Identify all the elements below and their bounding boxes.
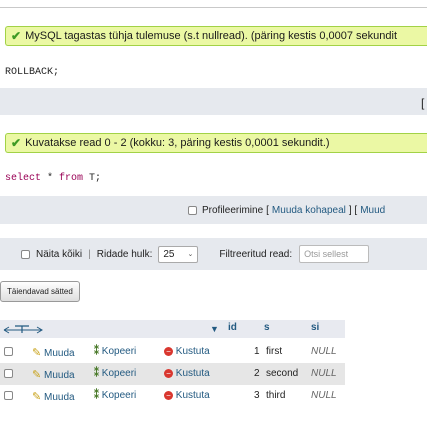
sql-keyword: from	[59, 173, 84, 184]
delete-label: Kustuta	[175, 390, 210, 401]
navigation-controls: Näita kõiki | Ridade hulk: 25 ⌄ Filtreer…	[21, 245, 370, 263]
cell-s[interactable]: second	[266, 368, 298, 379]
cell-id[interactable]: 1	[254, 346, 260, 357]
delete-link[interactable]: − Kustuta	[164, 390, 210, 401]
copy-label: Kopeeri	[101, 390, 137, 401]
column-toggle-icon[interactable]	[3, 323, 43, 337]
pencil-icon: ✎	[32, 369, 42, 381]
edit-label: Muuda	[44, 392, 75, 403]
top-divider	[0, 7, 427, 8]
delete-label: Kustuta	[175, 368, 210, 379]
sql-text: T;	[83, 173, 102, 184]
edit-link[interactable]: ✎ Muuda	[32, 390, 75, 403]
delete-link[interactable]: − Kustuta	[164, 368, 210, 379]
bracket-open: [	[266, 205, 269, 216]
table-row: ✎ Muuda ⁑ Kopeeri − Kustuta 1 first NULL	[0, 341, 345, 363]
column-header-si[interactable]: si	[311, 322, 319, 333]
rows-select[interactable]: 25 ⌄	[158, 245, 199, 263]
delete-label: Kustuta	[175, 346, 210, 357]
copy-label: Kopeeri	[101, 368, 137, 379]
edit-link[interactable]: ✎ Muuda	[32, 368, 75, 381]
column-toggle-control[interactable]	[3, 323, 43, 340]
cell-si[interactable]: NULL	[311, 346, 337, 357]
sql-query-select: select * from T;	[5, 173, 101, 184]
separator: |	[88, 248, 91, 260]
cell-id[interactable]: 2	[254, 368, 260, 379]
row-checkbox[interactable]	[4, 346, 13, 356]
edit-label: Muuda	[44, 370, 75, 381]
rows-select-value: 25	[163, 248, 175, 260]
copy-link[interactable]: ⁑ Kopeeri	[94, 346, 136, 357]
sort-desc-icon[interactable]: ▼	[210, 324, 219, 334]
delete-icon: −	[164, 368, 173, 378]
success-message-text: Kuvatakse read 0 - 2 (kokku: 3, päring k…	[25, 137, 330, 149]
cell-s[interactable]: third	[266, 390, 285, 401]
column-header-id[interactable]: id	[228, 322, 237, 333]
sql-keyword: select	[5, 173, 42, 184]
copy-link[interactable]: ⁑ Kopeeri	[94, 390, 136, 401]
bracket: [	[421, 96, 425, 110]
success-message: ✔ MySQL tagastas tühja tulemuse (s.t nul…	[5, 26, 427, 46]
check-icon: ✔	[11, 136, 22, 150]
success-message-text: MySQL tagastas tühja tulemuse (s.t nullr…	[25, 30, 398, 42]
cell-si[interactable]: NULL	[311, 390, 337, 401]
copy-icon: ⁑	[94, 346, 99, 357]
pencil-icon: ✎	[32, 391, 42, 403]
rows-label: Ridade hulk:	[96, 248, 153, 260]
copy-link[interactable]: ⁑ Kopeeri	[94, 368, 136, 379]
success-message-rows: ✔ Kuvatakse read 0 - 2 (kokku: 3, päring…	[5, 133, 427, 153]
delete-icon: −	[164, 346, 173, 356]
cell-si[interactable]: NULL	[311, 368, 337, 379]
table-row: ✎ Muuda ⁑ Kopeeri − Kustuta 2 second NUL…	[0, 363, 345, 385]
pencil-icon: ✎	[32, 347, 42, 359]
table-row: ✎ Muuda ⁑ Kopeeri − Kustuta 3 third NULL	[0, 385, 345, 407]
delete-link[interactable]: − Kustuta	[164, 346, 210, 357]
edit-inline-link[interactable]: Muuda kohapeal	[272, 205, 346, 216]
extra-options-button[interactable]: Täiendavad sätted	[0, 281, 80, 302]
edit-label: Muuda	[44, 348, 75, 359]
profiling-row: Profileerimine [ Muuda kohapeal ] [ Muud	[188, 205, 385, 216]
show-all-checkbox[interactable]	[21, 249, 30, 259]
column-header-s[interactable]: s	[264, 322, 270, 333]
table-header	[0, 320, 345, 338]
delete-icon: −	[164, 390, 173, 400]
bracket-mid: ] [	[348, 205, 358, 216]
row-checkbox[interactable]	[4, 368, 13, 378]
copy-label: Kopeeri	[101, 346, 137, 357]
copy-icon: ⁑	[94, 390, 99, 401]
query-options-band	[0, 88, 427, 115]
row-checkbox[interactable]	[4, 390, 13, 400]
edit-link[interactable]: ✎ Muuda	[32, 346, 75, 359]
profiling-label: Profileerimine	[202, 205, 264, 216]
check-icon: ✔	[11, 29, 22, 43]
sql-text: ROLLBACK;	[5, 67, 60, 78]
sql-text: *	[41, 173, 60, 184]
copy-icon: ⁑	[94, 368, 99, 379]
edit-link[interactable]: Muud	[360, 205, 385, 216]
filter-label: Filtreeritud read:	[219, 248, 293, 260]
profiling-checkbox[interactable]	[188, 206, 197, 215]
filter-input[interactable]: Otsi sellest	[299, 245, 370, 263]
chevron-down-icon: ⌄	[187, 251, 194, 258]
sql-query-rollback: ROLLBACK;	[5, 67, 59, 78]
cell-id[interactable]: 3	[254, 390, 260, 401]
cell-s[interactable]: first	[266, 346, 282, 357]
show-all-label: Näita kõiki	[36, 248, 83, 260]
